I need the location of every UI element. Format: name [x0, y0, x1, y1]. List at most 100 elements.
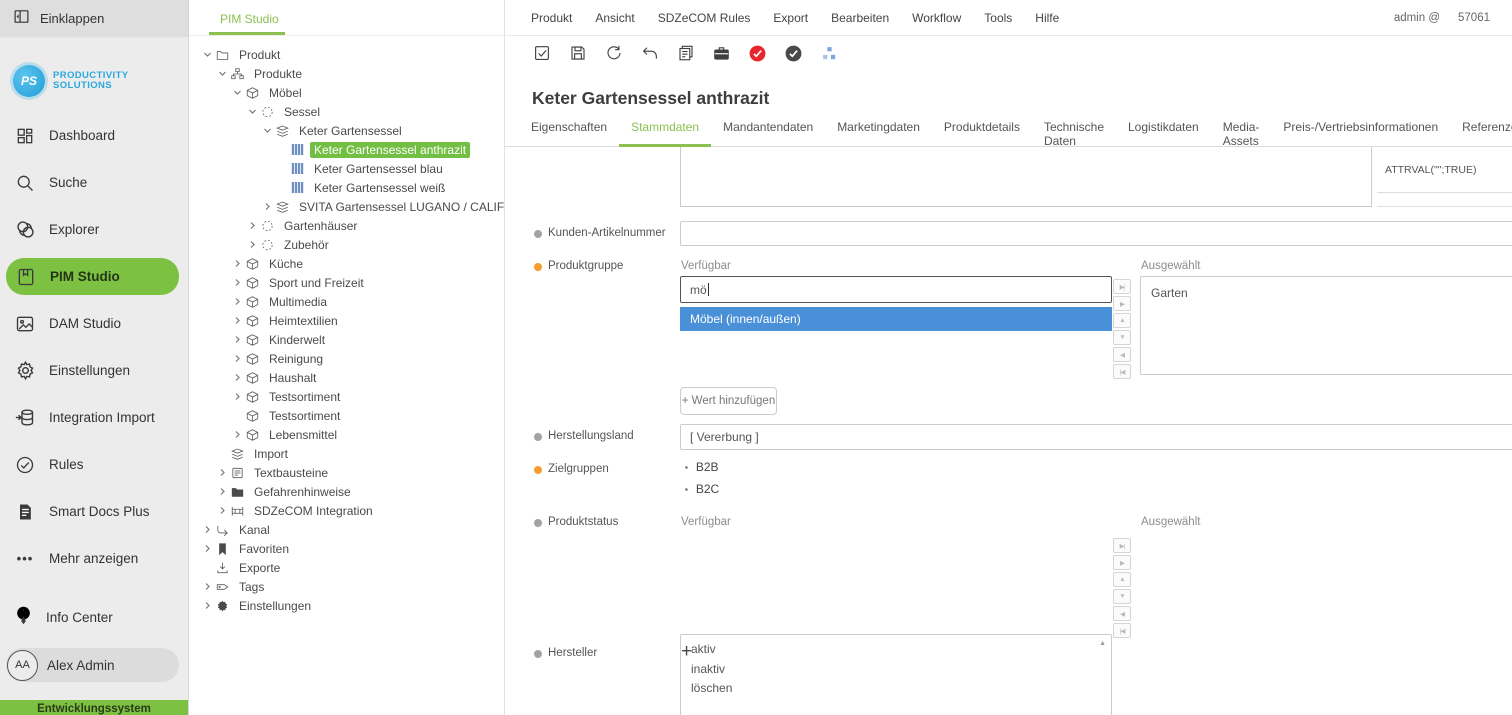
- expander-closed-icon[interactable]: [245, 219, 259, 233]
- sidebar-item-pim-studio[interactable]: PIM Studio: [6, 258, 179, 295]
- option-aktiv[interactable]: aktiv: [681, 640, 1111, 660]
- tab-media-assets[interactable]: Media-Assets: [1211, 116, 1272, 147]
- tree-node-favoriten[interactable]: Favoriten: [189, 539, 504, 558]
- produktgruppe-search-input[interactable]: mö: [680, 276, 1112, 303]
- tree-node-exporte[interactable]: Exporte: [189, 558, 504, 577]
- expander-closed-icon[interactable]: [215, 485, 229, 499]
- user-menu[interactable]: AA Alex Admin: [6, 648, 179, 682]
- add-value-button[interactable]: + Wert hinzufügen: [680, 387, 777, 415]
- move-down-button[interactable]: ▼: [1113, 330, 1131, 345]
- tab-referenzen[interactable]: Referenzen: [1450, 116, 1512, 147]
- expander-closed-icon[interactable]: [215, 466, 229, 480]
- option-löschen[interactable]: löschen: [681, 679, 1111, 699]
- produktgruppe-selected-list[interactable]: Garten: [1140, 276, 1512, 375]
- expander-closed-icon[interactable]: [200, 599, 214, 613]
- autocomplete-suggestion[interactable]: Möbel (innen/außen): [680, 307, 1112, 331]
- move-all-right-button[interactable]: ▶|: [1113, 279, 1131, 294]
- move-all-left-button[interactable]: |◀: [1113, 623, 1131, 638]
- expander-closed-icon[interactable]: [230, 333, 244, 347]
- menu-produkt[interactable]: Produkt: [531, 11, 572, 25]
- tree-node-keter-gartensessel[interactable]: Keter Gartensessel: [189, 121, 504, 140]
- menu-hilfe[interactable]: Hilfe: [1035, 11, 1059, 25]
- move-right-button[interactable]: ▶: [1113, 296, 1131, 311]
- tree-node-textbausteine[interactable]: Textbausteine: [189, 463, 504, 482]
- selected-item-garten[interactable]: Garten: [1141, 277, 1512, 304]
- tree-node-lebensmittel[interactable]: Lebensmittel: [189, 425, 504, 444]
- menu-sdzecom-rules[interactable]: SDZeCOM Rules: [658, 11, 751, 25]
- expander-closed-icon[interactable]: [230, 295, 244, 309]
- tree-tab-pim-studio[interactable]: PIM Studio: [220, 12, 279, 26]
- tree-node-reinigung[interactable]: Reinigung: [189, 349, 504, 368]
- expander-open-icon[interactable]: [245, 105, 259, 119]
- kunden-artikelnummer-input[interactable]: [680, 221, 1512, 246]
- tree-node-sessel[interactable]: Sessel: [189, 102, 504, 121]
- tree-node-kinderwelt[interactable]: Kinderwelt: [189, 330, 504, 349]
- scroll-up-icon[interactable]: ▲: [1099, 640, 1106, 647]
- sidebar-item-rules[interactable]: Rules: [0, 441, 188, 488]
- sidebar-item-dashboard[interactable]: Dashboard: [0, 112, 188, 159]
- tree-node-kanal[interactable]: Kanal: [189, 520, 504, 539]
- expander-closed-icon[interactable]: [230, 428, 244, 442]
- tree-node-sdzecom-integration[interactable]: SDZeCOM Integration: [189, 501, 504, 520]
- move-up-button[interactable]: ▲: [1113, 572, 1131, 587]
- expander-closed-icon[interactable]: [245, 238, 259, 252]
- copy-document-icon[interactable]: [676, 44, 695, 63]
- save-check-icon[interactable]: [532, 44, 551, 63]
- tab-eigenschaften[interactable]: Eigenschaften: [519, 116, 619, 147]
- expander-closed-icon[interactable]: [260, 200, 274, 214]
- structure-icon[interactable]: [820, 44, 839, 63]
- tree-node-einstellungen[interactable]: Einstellungen: [189, 596, 504, 615]
- tree-node-multimedia[interactable]: Multimedia: [189, 292, 504, 311]
- expander-closed-icon[interactable]: [230, 314, 244, 328]
- move-up-button[interactable]: ▲: [1113, 313, 1131, 328]
- sidebar-item-integration-import[interactable]: Integration Import: [0, 394, 188, 441]
- sidebar-item-dam-studio[interactable]: DAM Studio: [0, 300, 188, 347]
- expander-closed-icon[interactable]: [230, 257, 244, 271]
- briefcase-icon[interactable]: [712, 44, 731, 63]
- expander-open-icon[interactable]: [260, 124, 274, 138]
- tree-node-testsortiment[interactable]: Testsortiment: [189, 387, 504, 406]
- tree-node-keter-gartensessel-blau[interactable]: Keter Gartensessel blau: [189, 159, 504, 178]
- tab-mandantendaten[interactable]: Mandantendaten: [711, 116, 825, 147]
- tree-node-küche[interactable]: Küche: [189, 254, 504, 273]
- expander-closed-icon[interactable]: [200, 542, 214, 556]
- move-down-button[interactable]: ▼: [1113, 589, 1131, 604]
- expander-open-icon[interactable]: [200, 48, 214, 62]
- tree-node-keter-gartensessel-weiß[interactable]: Keter Gartensessel weiß: [189, 178, 504, 197]
- produktstatus-available-list[interactable]: ▲ ▼ aktivinaktivlöschen: [680, 634, 1112, 715]
- expander-closed-icon[interactable]: [200, 523, 214, 537]
- expander-closed-icon[interactable]: [230, 371, 244, 385]
- move-all-left-button[interactable]: |◀: [1113, 364, 1131, 379]
- sidebar-item-einstellungen[interactable]: Einstellungen: [0, 347, 188, 394]
- tree-node-import[interactable]: Import: [189, 444, 504, 463]
- tab-produktdetails[interactable]: Produktdetails: [932, 116, 1032, 147]
- hersteller-add-button[interactable]: +: [681, 644, 692, 660]
- move-left-button[interactable]: ◀: [1113, 347, 1131, 362]
- red-check-circle-icon[interactable]: [748, 44, 767, 63]
- tree-node-produkte[interactable]: Produkte: [189, 64, 504, 83]
- tree-node-gartenhäuser[interactable]: Gartenhäuser: [189, 216, 504, 235]
- sidebar-item-suche[interactable]: Suche: [0, 159, 188, 206]
- tree-node-zubehör[interactable]: Zubehör: [189, 235, 504, 254]
- sidebar-item-mehr-anzeigen[interactable]: •••Mehr anzeigen: [0, 535, 188, 582]
- move-right-button[interactable]: ▶: [1113, 555, 1131, 570]
- tree-node-svita-gartensessel-lugano-california[interactable]: SVITA Gartensessel LUGANO / CALIFORNIA: [189, 197, 504, 216]
- expander-open-icon[interactable]: [215, 67, 229, 81]
- tab-preis-vertriebsinformationen[interactable]: Preis-/Vertriebsinformationen: [1271, 116, 1450, 147]
- expander-closed-icon[interactable]: [200, 580, 214, 594]
- redo-circle-icon[interactable]: [604, 44, 623, 63]
- menu-export[interactable]: Export: [773, 11, 808, 25]
- move-left-button[interactable]: ◀: [1113, 606, 1131, 621]
- expander-closed-icon[interactable]: [230, 276, 244, 290]
- sidebar-item-info-center[interactable]: Info Center: [0, 597, 188, 637]
- save-icon[interactable]: [568, 44, 587, 63]
- sidebar-item-smart-docs-plus[interactable]: Smart Docs Plus: [0, 488, 188, 535]
- formula-editor-box[interactable]: [680, 147, 1372, 207]
- tree-node-sport-und-freizeit[interactable]: Sport und Freizeit: [189, 273, 504, 292]
- herstellungsland-input[interactable]: [ Vererbung ]: [680, 424, 1512, 450]
- tree-node-produkt[interactable]: Produkt: [189, 45, 504, 64]
- tree-node-gefahrenhinweise[interactable]: Gefahrenhinweise: [189, 482, 504, 501]
- option-inaktiv[interactable]: inaktiv: [681, 660, 1111, 680]
- tree-node-möbel[interactable]: Möbel: [189, 83, 504, 102]
- menu-tools[interactable]: Tools: [984, 11, 1012, 25]
